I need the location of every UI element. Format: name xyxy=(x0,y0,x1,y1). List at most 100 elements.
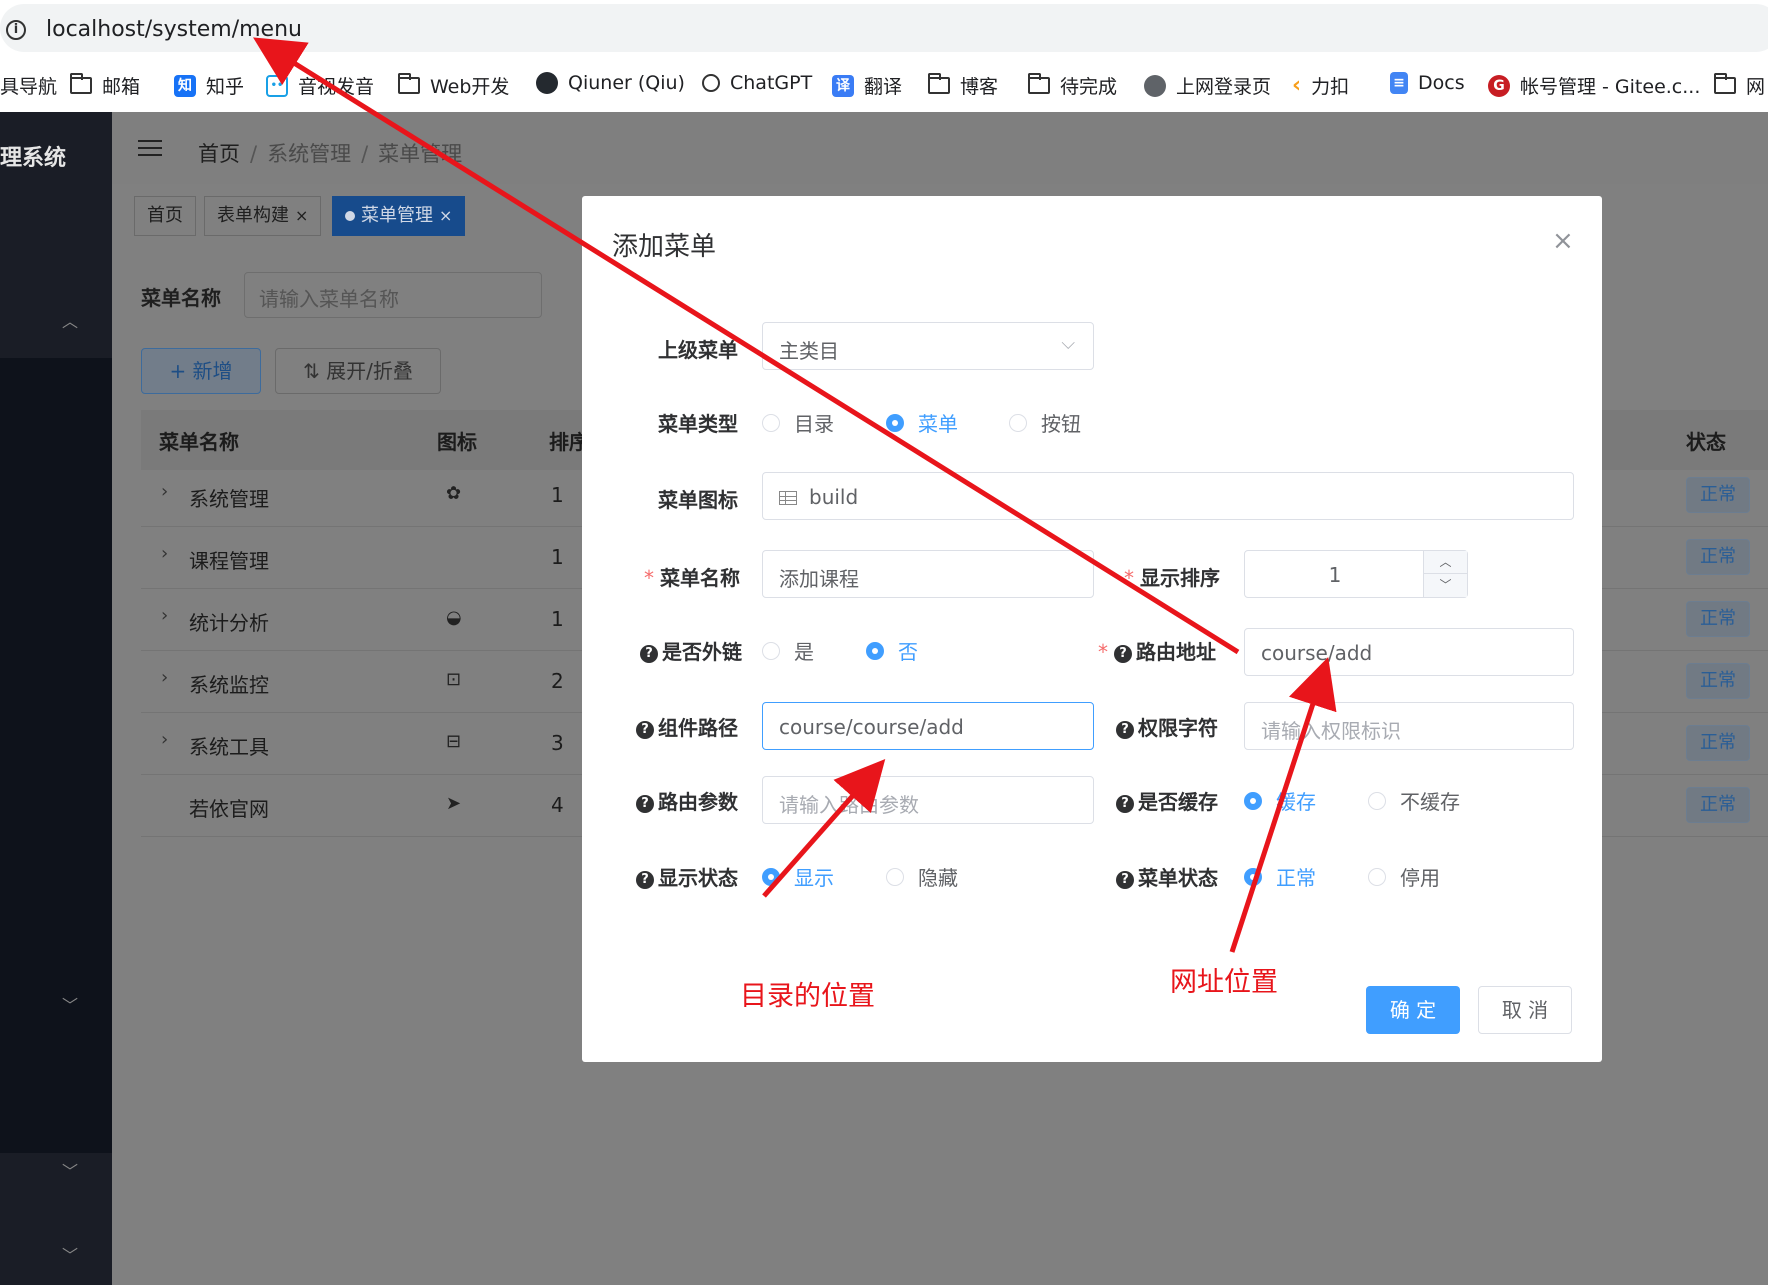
expand-collapse-button[interactable]: ⇅ 展开/折叠 xyxy=(275,348,441,394)
confirm-button[interactable]: 确 定 xyxy=(1366,986,1460,1034)
radio-cache-no[interactable]: 不缓存 xyxy=(1368,786,1460,815)
help-icon[interactable]: ? xyxy=(636,871,654,889)
annotation-url-position: 网址位置 xyxy=(1170,967,1278,998)
radio-external-yes[interactable]: 是 xyxy=(762,636,814,665)
url-box[interactable]: i localhost/system/menu xyxy=(0,4,1768,52)
help-icon[interactable]: ? xyxy=(1116,721,1134,739)
tag-form-build[interactable]: 表单构建 × xyxy=(204,196,322,236)
expand-caret-icon[interactable]: › xyxy=(161,729,168,750)
help-icon[interactable]: ? xyxy=(636,795,654,813)
radio-visible-show[interactable]: 显示 xyxy=(762,862,834,891)
bookmark-tools-nav[interactable]: 具导航 xyxy=(0,72,57,99)
chevron-down-icon[interactable]: ﹀ xyxy=(62,1158,78,1182)
radio-status-disabled[interactable]: 停用 xyxy=(1368,862,1440,891)
close-icon[interactable]: × xyxy=(295,206,308,225)
radio-circle xyxy=(1244,867,1262,886)
route-path-input[interactable]: course/add xyxy=(1244,628,1574,676)
expand-caret-icon[interactable]: › xyxy=(161,605,168,626)
radio-type-directory[interactable]: 目录 xyxy=(762,408,834,437)
expand-caret-icon[interactable]: › xyxy=(161,667,168,688)
radio-cache-yes[interactable]: 缓存 xyxy=(1244,786,1316,815)
radio-type-menu[interactable]: 菜单 xyxy=(886,408,958,437)
bookmark-net[interactable]: 网 xyxy=(1714,72,1765,99)
menu-icon-input[interactable]: build xyxy=(762,472,1574,520)
sidebar: 理系统 ︿ ﹀ ﹀ ﹀ xyxy=(0,112,112,1285)
radio-circle xyxy=(1368,791,1386,810)
menu-name-input[interactable]: 添加课程 xyxy=(762,550,1094,598)
help-icon[interactable]: ? xyxy=(640,645,658,663)
chevron-down-icon[interactable]: ﹀ xyxy=(1424,574,1467,597)
folder-icon xyxy=(1028,73,1050,94)
bookmark-gitee[interactable]: G 帐号管理 - Gitee.c... xyxy=(1488,72,1700,99)
radio-type-button[interactable]: 按钮 xyxy=(1009,408,1081,437)
chevron-up-icon[interactable]: ︿ xyxy=(62,308,78,332)
chevron-down-icon[interactable]: ﹀ xyxy=(62,1242,78,1266)
cache-label: ? 是否缓存 xyxy=(1116,786,1218,815)
bookmark-blog[interactable]: 博客 xyxy=(928,72,998,99)
radio-circle xyxy=(886,867,904,886)
help-icon[interactable]: ? xyxy=(636,721,654,739)
parent-menu-select[interactable]: 主类目 ⌵ xyxy=(762,322,1094,370)
tag-menu-manage[interactable]: 菜单管理 × xyxy=(332,196,466,236)
sidebar-brand: 理系统 xyxy=(0,146,67,171)
permission-input[interactable]: 请输入权限标识 xyxy=(1244,702,1574,750)
add-button[interactable]: + 新增 xyxy=(141,348,261,394)
header-menu-name: 菜单名称 xyxy=(159,430,239,454)
close-icon[interactable]: × xyxy=(1552,226,1574,256)
bookmark-chatgpt[interactable]: ChatGPT xyxy=(702,72,812,94)
close-icon[interactable]: × xyxy=(439,206,452,225)
radio-visible-hide[interactable]: 隐藏 xyxy=(886,862,958,891)
annotation-directory-position: 目录的位置 xyxy=(740,981,875,1012)
help-icon[interactable]: ? xyxy=(1116,795,1134,813)
help-icon[interactable]: ? xyxy=(1114,645,1132,663)
component-path-label: ? 组件路径 xyxy=(636,712,738,741)
bookmark-github[interactable]: Qiuner (Qiu) xyxy=(536,72,685,94)
display-order-label: * 显示排序 xyxy=(1124,566,1220,590)
status-badge: 正常 xyxy=(1686,477,1750,513)
component-path-input[interactable]: course/course/add xyxy=(762,702,1094,750)
radio-circle xyxy=(886,413,904,432)
url-text[interactable]: localhost/system/menu xyxy=(46,17,302,42)
bookmark-web-dev[interactable]: Web开发 xyxy=(398,72,509,99)
chevron-up-icon[interactable]: ︿ xyxy=(1424,551,1467,574)
bookmark-todo[interactable]: 待完成 xyxy=(1028,72,1117,99)
folder-icon xyxy=(398,73,420,94)
radio-circle xyxy=(866,641,884,660)
display-order-stepper[interactable]: 1 ︿ ﹀ xyxy=(1244,550,1468,598)
bookmark-login-page[interactable]: 上网登录页 xyxy=(1144,72,1271,99)
breadcrumb-separator: / xyxy=(250,142,258,166)
chevron-down-icon[interactable]: ﹀ xyxy=(62,992,78,1016)
breadcrumb-home[interactable]: 首页 xyxy=(198,142,240,166)
breadcrumb: 首页 / 系统管理 / 菜单管理 xyxy=(198,138,462,168)
tag-home[interactable]: 首页 xyxy=(134,196,196,236)
expand-caret-icon[interactable]: › xyxy=(161,481,168,502)
folder-icon xyxy=(1714,73,1736,94)
permission-label: ? 权限字符 xyxy=(1116,712,1218,741)
radio-status-normal[interactable]: 正常 xyxy=(1244,862,1316,891)
external-link-label: ? 是否外链 xyxy=(640,636,742,665)
radio-circle xyxy=(1009,413,1027,432)
cancel-button[interactable]: 取 消 xyxy=(1478,986,1572,1034)
hamburger-icon[interactable] xyxy=(138,140,162,158)
menu-status-label: ? 菜单状态 xyxy=(1116,862,1218,891)
folder-icon xyxy=(928,73,950,94)
header-icon: 图标 xyxy=(437,430,477,454)
site-info-icon[interactable]: i xyxy=(6,20,26,40)
bookmark-docs[interactable]: ≡ Docs xyxy=(1390,72,1465,94)
help-icon[interactable]: ? xyxy=(1116,871,1134,889)
search-label: 菜单名称 xyxy=(141,286,221,310)
bookmark-zhihu[interactable]: 知知乎 xyxy=(174,72,244,99)
search-input[interactable]: 请输入菜单名称 xyxy=(244,272,542,318)
radio-external-no[interactable]: 否 xyxy=(866,636,918,665)
bookmark-mail[interactable]: 邮箱 xyxy=(70,72,140,99)
bookmark-leetcode[interactable]: ‹ 力扣 xyxy=(1292,72,1349,99)
expand-caret-icon[interactable]: › xyxy=(161,543,168,564)
route-params-input[interactable]: 请输入路由参数 xyxy=(762,776,1094,824)
send-icon: ➤ xyxy=(446,793,462,814)
bookmark-bilibili[interactable]: •• 音视发音 xyxy=(266,72,374,99)
browser-address-bar: i localhost/system/menu xyxy=(0,0,1768,56)
bookmark-translate[interactable]: 译翻译 xyxy=(832,72,902,99)
leetcode-icon: ‹ xyxy=(1292,73,1302,98)
globe-icon xyxy=(1144,74,1166,97)
breadcrumb-system[interactable]: 系统管理 xyxy=(267,142,351,166)
